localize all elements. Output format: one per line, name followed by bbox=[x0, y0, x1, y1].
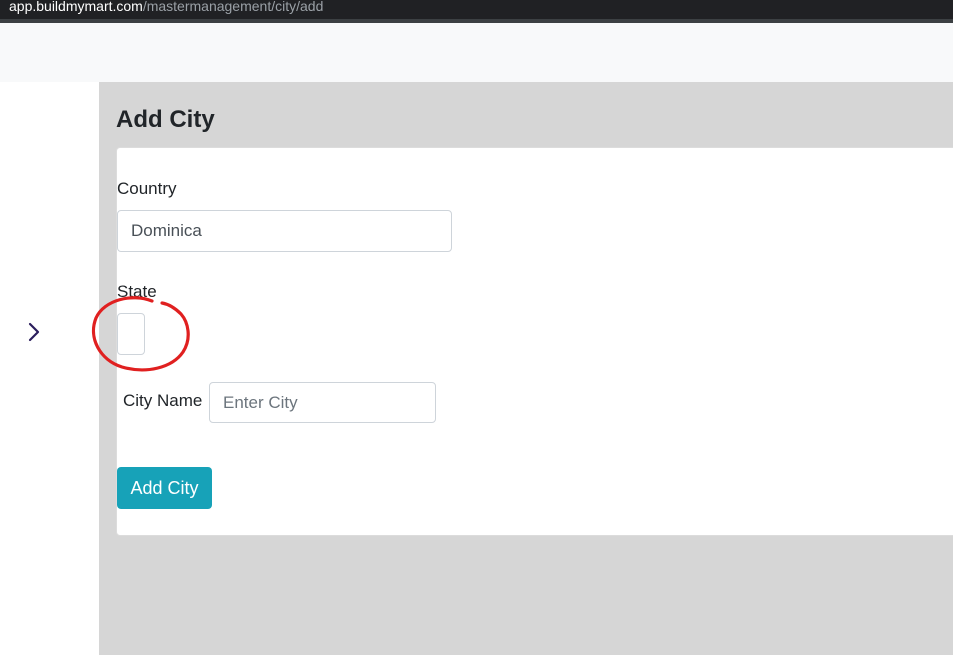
main-content: Add City Country State City Name Add Cit… bbox=[99, 82, 953, 655]
sidebar bbox=[0, 82, 99, 655]
add-city-button[interactable]: Add City bbox=[117, 467, 212, 509]
page-title: Add City bbox=[116, 106, 215, 133]
chevron-right-icon bbox=[28, 322, 40, 342]
country-field[interactable] bbox=[117, 210, 452, 252]
url-text[interactable]: app.buildmymart.com/mastermanagement/cit… bbox=[9, 0, 323, 15]
url-path: /mastermanagement/city/add bbox=[142, 0, 324, 14]
add-city-form-card: Country State City Name Add City bbox=[116, 147, 953, 536]
url-host: app.buildmymart.com bbox=[9, 0, 143, 14]
state-select[interactable] bbox=[117, 313, 145, 355]
city-name-input[interactable] bbox=[209, 382, 436, 423]
sidebar-toggle-button[interactable] bbox=[24, 319, 44, 345]
top-navbar bbox=[0, 23, 953, 82]
country-label: Country bbox=[117, 179, 177, 198]
state-label: State bbox=[117, 282, 157, 301]
city-name-label: City Name bbox=[123, 391, 203, 410]
browser-address-bar[interactable]: app.buildmymart.com/mastermanagement/cit… bbox=[0, 0, 953, 19]
